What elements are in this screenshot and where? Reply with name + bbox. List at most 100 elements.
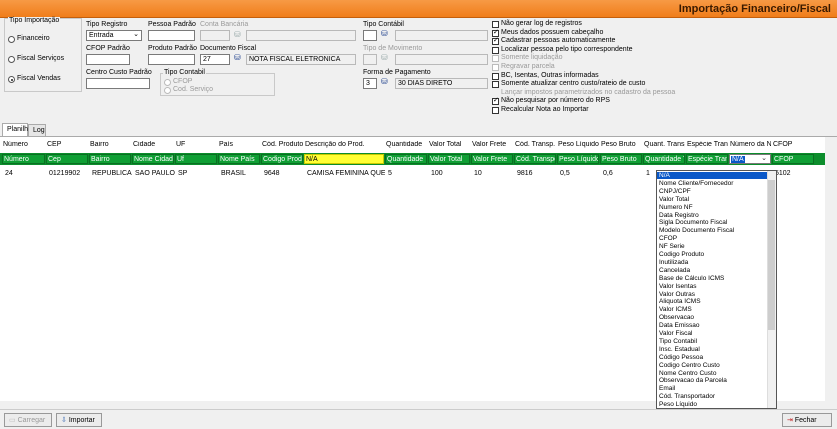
pessoa-padrao-input[interactable] (148, 30, 195, 41)
column-mapping-select[interactable]: Uf (175, 154, 217, 164)
tipo-registro-select[interactable]: Entrada ⌄ (86, 30, 142, 41)
column-mapping-dropdown[interactable]: N/A Nome Cliente/Fornecedor CNPJ/CPF Valor … (656, 170, 777, 409)
column-mapping-select[interactable]: N/A ⌄ (729, 154, 771, 164)
column-header[interactable]: Cód. Transp. (515, 141, 556, 148)
column-mapping-select[interactable]: Quantidade Transp. (643, 154, 685, 164)
option-checkbox[interactable] (492, 46, 499, 54)
table-cell[interactable]: REPUBLICA (92, 170, 132, 177)
binoculars-icon[interactable]: ⛁ (381, 53, 388, 62)
table-cell[interactable]: SAO PAULO (135, 170, 175, 177)
binoculars-icon[interactable]: ⛁ (381, 29, 388, 38)
dropdown-option[interactable]: Codigo Produto (659, 251, 704, 258)
dropdown-option[interactable]: Cancelada (659, 267, 690, 274)
column-header[interactable]: Espécie Transp. (687, 141, 728, 148)
option-checkbox[interactable] (492, 55, 499, 63)
binoculars-icon[interactable]: ⛁ (234, 30, 241, 39)
table-cell[interactable]: 5102 (775, 170, 815, 177)
column-mapping-select[interactable]: Nome Cidade (132, 154, 174, 164)
column-mapping-select[interactable]: Valor Total (428, 154, 470, 164)
column-mapping-select[interactable]: Bairro (89, 154, 131, 164)
table-cell[interactable]: 0,5 (560, 170, 600, 177)
forma-pagamento-code-input[interactable]: 3 (363, 78, 377, 89)
dropdown-option[interactable]: NF Serie (659, 243, 685, 250)
dropdown-option[interactable]: Valor Outras (659, 291, 695, 298)
option-checkbox[interactable] (492, 72, 499, 80)
dropdown-option[interactable]: Valor ICMS (659, 306, 692, 313)
dropdown-option[interactable]: Valor Total (659, 196, 689, 203)
dropdown-option[interactable]: Sigla Documento Fiscal (659, 219, 727, 226)
tipo-contabil-code-input[interactable] (363, 30, 377, 41)
dropdown-option[interactable]: Modelo Documento Fiscal (659, 227, 734, 234)
column-header[interactable]: Número (3, 141, 45, 148)
table-cell[interactable]: 9816 (517, 170, 557, 177)
dropdown-option[interactable]: CFOP (659, 235, 677, 242)
carregar-button[interactable]: ▭ Carregar (4, 413, 52, 427)
column-header[interactable]: CEP (47, 141, 88, 148)
column-header[interactable]: Peso Bruto (601, 141, 642, 148)
dropdown-option[interactable]: Codigo Centro Custo (659, 362, 720, 369)
option-checkbox[interactable] (492, 107, 499, 114)
dropdown-option[interactable]: Aliquota ICMS (659, 298, 701, 305)
column-mapping-select[interactable]: Cód. Transportador (514, 154, 556, 164)
option-checkbox[interactable] (492, 64, 499, 71)
column-header[interactable]: País (219, 141, 260, 148)
column-header[interactable]: Cidade (133, 141, 174, 148)
tipo-movimento-input[interactable] (363, 54, 377, 65)
column-header[interactable]: Peso Líquido (558, 141, 599, 148)
dropdown-option[interactable]: Valor Isentas (659, 283, 696, 290)
column-mapping-select[interactable]: Espécie Transp. (686, 154, 728, 164)
dropdown-option[interactable]: Data Emissao (659, 322, 699, 329)
table-cell[interactable]: 01219902 (49, 170, 89, 177)
dropdown-option[interactable]: Numero NF (659, 204, 693, 211)
column-header[interactable]: Descrição do Prod. (305, 141, 384, 148)
radio-fiscal-vendas[interactable] (8, 76, 15, 83)
column-mapping-select[interactable]: Nome País (218, 154, 260, 164)
dropdown-option[interactable]: Data Registro (659, 212, 699, 219)
centro-custo-input[interactable] (86, 78, 150, 89)
column-mapping-select[interactable]: Valor Frete (471, 154, 513, 164)
table-cell[interactable]: 100 (431, 170, 471, 177)
column-mapping-select[interactable]: N/A (304, 154, 384, 164)
grid-vertical-scrollbar[interactable] (825, 137, 837, 410)
table-cell[interactable]: SP (178, 170, 218, 177)
tab-log[interactable]: Log (28, 124, 46, 136)
column-mapping-select[interactable]: Número (2, 154, 45, 164)
column-mapping-select[interactable]: CFOP (772, 154, 814, 164)
column-mapping-select[interactable]: Cep (46, 154, 88, 164)
dropdown-option[interactable]: Tipo Contabil (659, 338, 697, 345)
column-header[interactable]: Quantidade (386, 141, 427, 148)
column-header[interactable]: Quant. Transp. (644, 141, 685, 148)
dropdown-option[interactable]: Observacao (659, 314, 694, 321)
option-checkbox[interactable] (492, 81, 499, 89)
cfop-padrao-input[interactable] (86, 54, 130, 65)
dropdown-option[interactable]: Inutilizada (659, 259, 688, 266)
dropdown-option[interactable]: Nome Cliente/Fornecedor (659, 180, 733, 187)
table-cell[interactable]: 10 (474, 170, 514, 177)
binoculars-icon[interactable]: ⛁ (234, 53, 241, 62)
radio-cfop[interactable] (164, 79, 171, 86)
column-mapping-select[interactable]: Peso Líquido (557, 154, 599, 164)
conta-bancaria-input[interactable] (200, 30, 230, 41)
column-mapping-select[interactable]: Codigo Produto (261, 154, 303, 164)
column-header[interactable]: Número da NF (730, 141, 771, 148)
radio-fiscal-servicos[interactable] (8, 56, 15, 63)
option-checkbox[interactable] (492, 96, 499, 106)
importar-button[interactable]: ⇩ Importar (56, 413, 102, 427)
binoculars-icon[interactable]: ⛁ (381, 77, 388, 86)
dropdown-scroll-thumb[interactable] (768, 180, 775, 330)
column-header[interactable]: Valor Total (429, 141, 470, 148)
dropdown-option[interactable]: Peso Líquido (659, 401, 697, 408)
option-checkbox[interactable] (492, 36, 499, 46)
column-header[interactable]: Bairro (90, 141, 131, 148)
tab-planilha[interactable]: Planilha (2, 123, 32, 136)
column-header[interactable]: Cód. Produto (262, 141, 303, 148)
dropdown-option[interactable]: Cód. Transportador (659, 393, 715, 400)
column-header[interactable]: Valor Frete (472, 141, 513, 148)
table-cell[interactable]: 9648 (264, 170, 304, 177)
column-header[interactable]: CFOP (773, 141, 814, 148)
chevron-down-icon[interactable]: ⌄ (760, 155, 768, 162)
radio-cod-servico[interactable] (164, 87, 171, 94)
produto-padrao-input[interactable] (148, 54, 195, 65)
dropdown-option[interactable]: Nome Centro Custo (659, 370, 716, 377)
table-cell[interactable]: CAMISA FEMININA QUEENIE (307, 170, 385, 177)
